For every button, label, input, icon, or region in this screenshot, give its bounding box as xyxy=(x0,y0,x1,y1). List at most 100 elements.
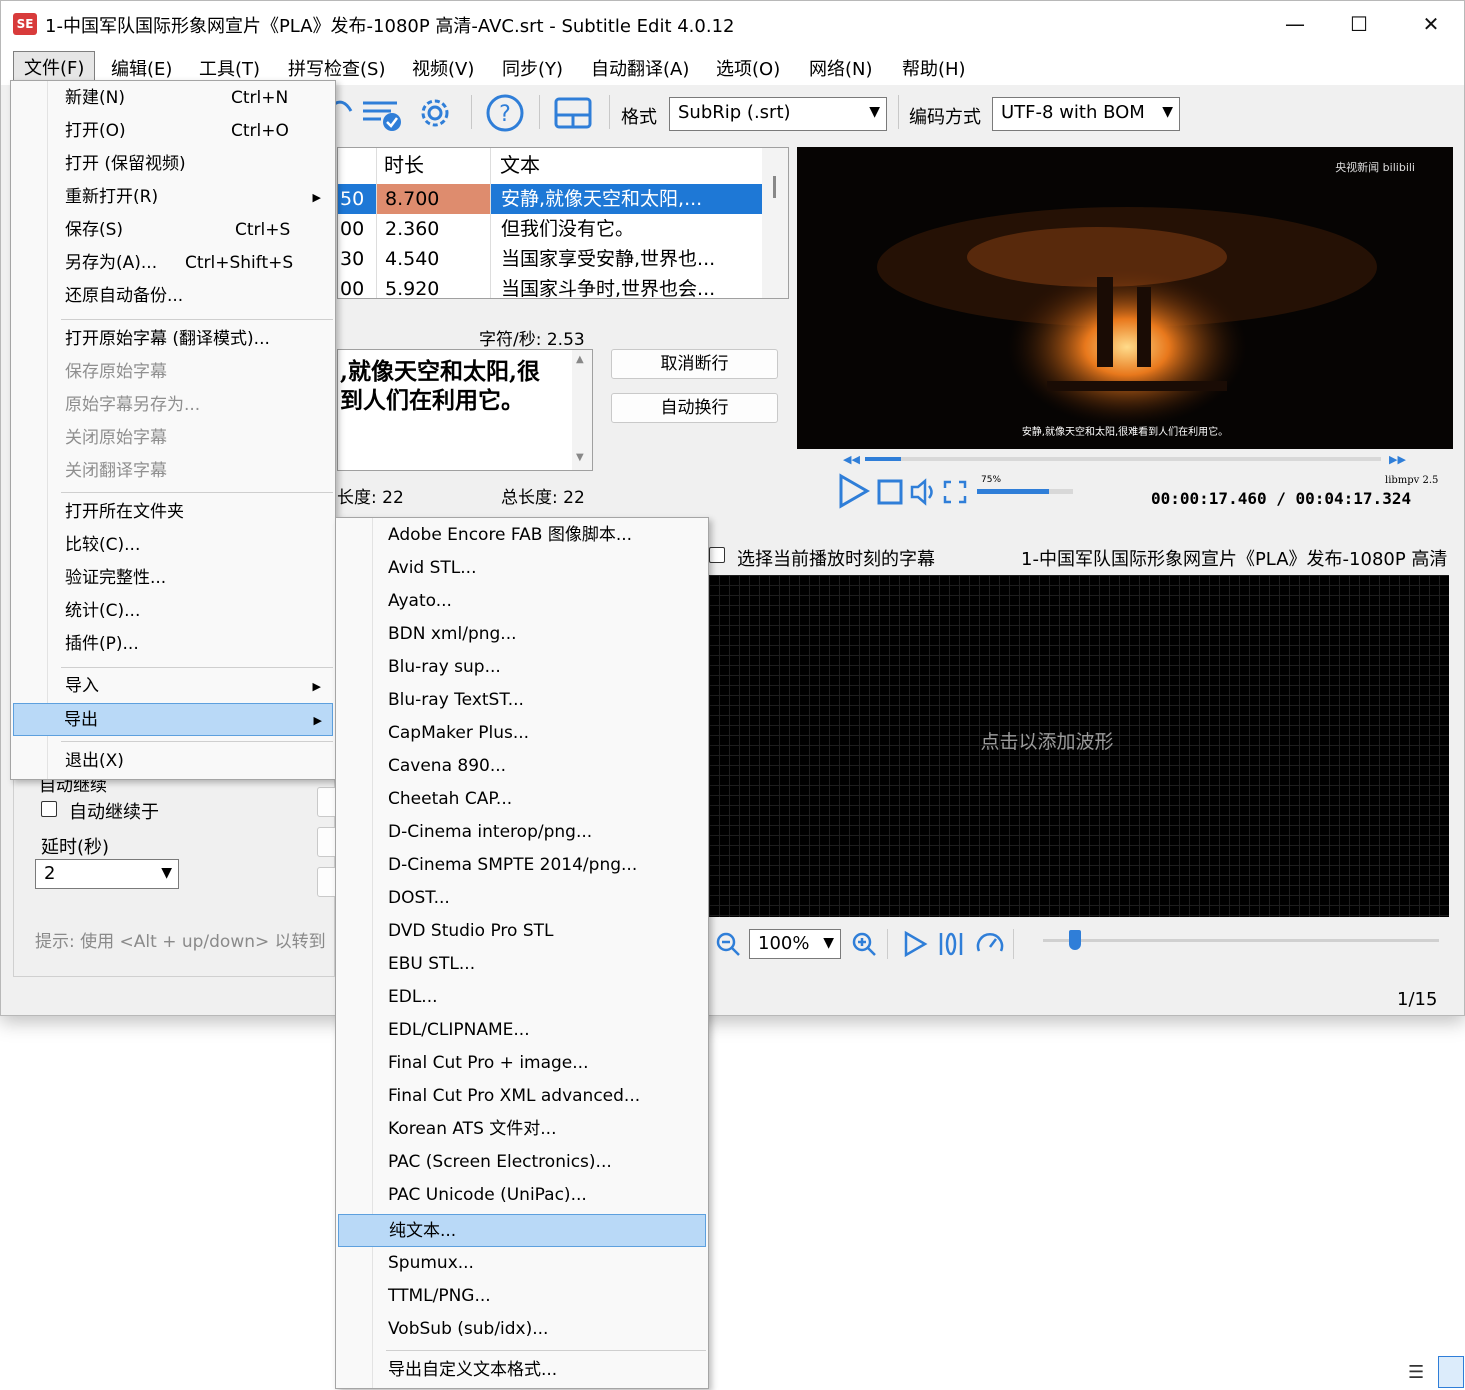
export-item-avid-stl[interactable]: Avid STL... xyxy=(338,552,706,585)
subtitle-list[interactable]: 时长 文本 50 8.700 安静,就像天空和太阳,... 00 2.360 但… xyxy=(337,147,789,299)
delay-dropdown[interactable]: 2 ▼ xyxy=(35,859,179,889)
menu-item-open[interactable]: 打开(O) Ctrl+O xyxy=(13,115,333,148)
menu-item-new[interactable]: 新建(N) Ctrl+N xyxy=(13,82,333,115)
zoom-in-icon[interactable] xyxy=(851,931,877,957)
spell-check-icon[interactable] xyxy=(361,93,401,133)
table-row[interactable]: 30 4.540 当国家享受安静,世界也... xyxy=(338,244,762,274)
export-item-capmaker[interactable]: CapMaker Plus... xyxy=(338,717,706,750)
table-row[interactable]: 00 2.360 但我们没有它。 xyxy=(338,214,762,244)
grid-scrollbar[interactable] xyxy=(762,148,788,298)
seek-back-icon[interactable]: ◀◀ xyxy=(843,453,860,466)
export-item-cheetah[interactable]: Cheetah CAP... xyxy=(338,783,706,816)
menu-sync[interactable]: 同步(Y) xyxy=(502,55,563,81)
menu-auto-translate[interactable]: 自动翻译(A) xyxy=(591,55,689,81)
scroll-up-icon[interactable]: ▲ xyxy=(576,354,584,365)
export-item-plain-text[interactable]: 纯文本... xyxy=(338,1214,706,1247)
menu-network[interactable]: 网络(N) xyxy=(809,55,873,81)
waveform-panel[interactable]: 点击以添加波形 xyxy=(709,575,1449,917)
menu-item-import[interactable]: 导入 ▶ xyxy=(13,670,333,703)
export-item-bdn-xml[interactable]: BDN xml/png... xyxy=(338,618,706,651)
seek-forward-icon[interactable]: ▶▶ xyxy=(1389,453,1406,466)
waveform-placeholder[interactable]: 点击以添加波形 xyxy=(709,727,1385,754)
menu-item-open-original[interactable]: 打开原始字幕 (翻译模式)... xyxy=(13,323,333,356)
waveform-position-slider[interactable] xyxy=(1043,930,1439,950)
export-item-fcp-xml[interactable]: Final Cut Pro XML advanced... xyxy=(338,1080,706,1113)
export-item-adobe-encore[interactable]: Adobe Encore FAB 图像脚本... xyxy=(338,519,706,552)
menu-item-plugins[interactable]: 插件(P)... xyxy=(13,628,333,661)
menu-item-open-keep-video[interactable]: 打开 (保留视频) xyxy=(13,148,333,181)
menu-item-save[interactable]: 保存(S) Ctrl+S xyxy=(13,214,333,247)
export-item-bluray-textst[interactable]: Blu-ray TextST... xyxy=(338,684,706,717)
export-item-cavena[interactable]: Cavena 890... xyxy=(338,750,706,783)
menu-file[interactable]: 文件(F) xyxy=(13,51,96,83)
menu-item-exit[interactable]: 退出(X) xyxy=(13,745,333,778)
export-item-ttml-png[interactable]: TTML/PNG... xyxy=(338,1280,706,1313)
zoom-dropdown[interactable]: 100% ▼ xyxy=(749,929,841,959)
fullscreen-icon[interactable] xyxy=(943,480,967,504)
export-item-vobsub[interactable]: VobSub (sub/idx)... xyxy=(338,1313,706,1346)
export-item-fcp-image[interactable]: Final Cut Pro + image... xyxy=(338,1047,706,1080)
menu-spellcheck[interactable]: 拼写检查(S) xyxy=(288,55,385,81)
menu-options[interactable]: 选项(O) xyxy=(716,55,780,81)
column-text[interactable]: 文本 xyxy=(500,148,540,182)
menu-video[interactable]: 视频(V) xyxy=(412,55,474,81)
menu-item-reopen[interactable]: 重新打开(R) ▶ xyxy=(13,181,333,214)
export-item-edl-clipname[interactable]: EDL/CLIPNAME... xyxy=(338,1014,706,1047)
export-item-ebu-stl[interactable]: EBU STL... xyxy=(338,948,706,981)
encoding-dropdown[interactable]: UTF-8 with BOM ▼ xyxy=(992,97,1180,131)
export-item-dvd-studio[interactable]: DVD Studio Pro STL xyxy=(338,915,706,948)
video-player[interactable]: 央视新闻 bilibili 安静,就像天空和太阳,很难看到人们在利用它。 xyxy=(797,147,1453,449)
menu-edit[interactable]: 编辑(E) xyxy=(111,55,172,81)
menu-item-verify[interactable]: 验证完整性... xyxy=(13,562,333,595)
editor-scrollbar[interactable]: ▲ ▼ xyxy=(572,350,592,470)
export-item-ayato[interactable]: Ayato... xyxy=(338,585,706,618)
play-icon[interactable] xyxy=(835,473,871,509)
help-icon[interactable]: ? xyxy=(485,93,525,133)
waveform-play-icon[interactable] xyxy=(901,930,929,958)
export-item-dost[interactable]: DOST... xyxy=(338,882,706,915)
export-item-custom-text[interactable]: 导出自定义文本格式... xyxy=(338,1354,706,1387)
menu-item-compare[interactable]: 比较(C)... xyxy=(13,529,333,562)
subtitle-text-editor[interactable]: ,就像天空和太阳,很 到人们在利用它。 ▲ ▼ xyxy=(337,349,593,471)
list-view-icon[interactable]: ☰ xyxy=(1408,1362,1424,1383)
table-row[interactable]: 50 8.700 安静,就像天空和太阳,... xyxy=(338,184,762,214)
menu-item-statistics[interactable]: 统计(C)... xyxy=(13,595,333,628)
close-button[interactable]: ✕ xyxy=(1411,9,1451,39)
minimize-button[interactable]: — xyxy=(1275,9,1315,39)
zoom-out-icon[interactable] xyxy=(715,931,741,957)
maximize-button[interactable]: ☐ xyxy=(1339,9,1379,39)
slider-thumb[interactable] xyxy=(1068,930,1081,950)
menu-item-export[interactable]: 导出 ▶ xyxy=(13,703,333,736)
stop-icon[interactable] xyxy=(877,479,903,505)
column-duration[interactable]: 时长 xyxy=(384,148,424,182)
select-current-checkbox[interactable] xyxy=(709,547,725,563)
menu-item-save-as[interactable]: 另存为(A)... Ctrl+Shift+S xyxy=(13,247,333,280)
export-item-dcinema-interop[interactable]: D-Cinema interop/png... xyxy=(338,816,706,849)
menu-item-open-folder[interactable]: 打开所在文件夹 xyxy=(13,496,333,529)
auto-continue-checkbox[interactable] xyxy=(41,801,57,817)
unbreak-button[interactable]: 取消断行 xyxy=(611,349,778,379)
speed-gauge-icon[interactable] xyxy=(975,929,1005,959)
video-seek-bar[interactable] xyxy=(865,457,1381,461)
settings-gear-icon[interactable] xyxy=(415,93,455,133)
export-item-bluray-sup[interactable]: Blu-ray sup... xyxy=(338,651,706,684)
volume-slider[interactable] xyxy=(977,489,1073,494)
menu-item-restore-backup[interactable]: 还原自动备份... xyxy=(13,280,333,313)
format-dropdown[interactable]: SubRip (.srt) ▼ xyxy=(669,97,887,131)
layout-icon[interactable] xyxy=(553,93,593,133)
center-playhead-icon[interactable] xyxy=(937,930,965,958)
export-item-edl[interactable]: EDL... xyxy=(338,981,706,1014)
window-switch-icon[interactable] xyxy=(1438,1356,1464,1388)
table-row[interactable]: 00 5.920 当国家斗争时,世界也会... xyxy=(338,274,762,298)
scrollbar-thumb[interactable] xyxy=(773,176,776,198)
export-item-dcinema-smpte[interactable]: D-Cinema SMPTE 2014/png... xyxy=(338,849,706,882)
export-item-korean-ats[interactable]: Korean ATS 文件对... xyxy=(338,1113,706,1146)
scroll-down-icon[interactable]: ▼ xyxy=(576,452,584,463)
volume-icon[interactable] xyxy=(909,477,939,507)
export-item-pac-unicode[interactable]: PAC Unicode (UniPac)... xyxy=(338,1179,706,1212)
menu-help[interactable]: 帮助(H) xyxy=(902,55,966,81)
export-item-spumux[interactable]: Spumux... xyxy=(338,1247,706,1280)
menu-tools[interactable]: 工具(T) xyxy=(199,55,260,81)
export-item-pac[interactable]: PAC (Screen Electronics)... xyxy=(338,1146,706,1179)
auto-break-button[interactable]: 自动换行 xyxy=(611,393,778,423)
